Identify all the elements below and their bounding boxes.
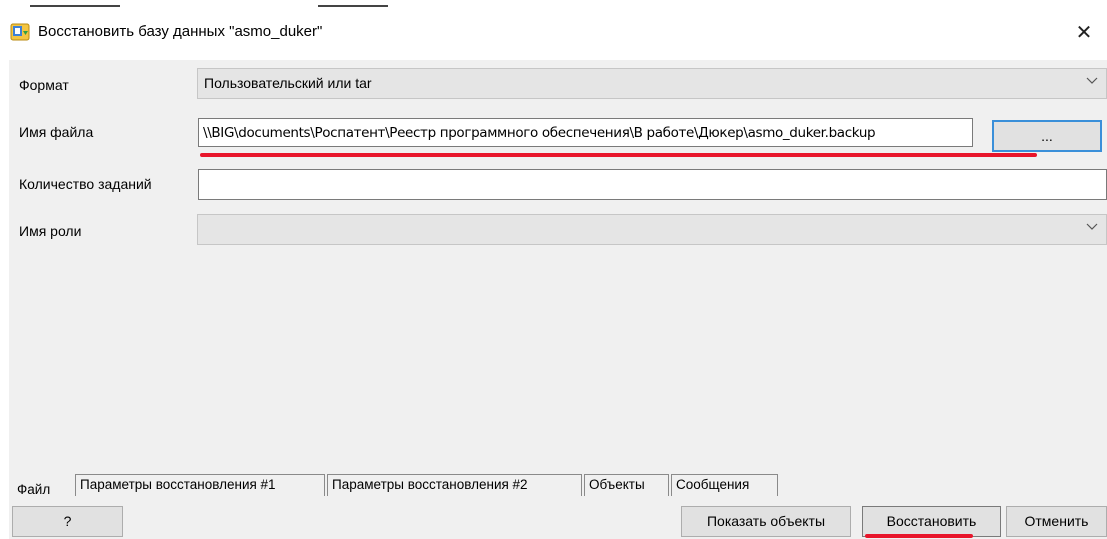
background-fragment bbox=[30, 0, 120, 7]
restore-highlight-underline bbox=[865, 534, 973, 538]
filename-input[interactable]: \\BIG\documents\Роспатент\Реестр програм… bbox=[198, 118, 973, 147]
format-select-value: Пользовательский или tar bbox=[204, 75, 372, 91]
database-restore-icon bbox=[10, 22, 30, 42]
filename-input-value: \\BIG\documents\Роспатент\Реестр програм… bbox=[203, 125, 876, 141]
format-select[interactable]: Пользовательский или tar bbox=[197, 68, 1107, 99]
restore-dialog: Восстановить базу данных "asmo_duker" ✕ … bbox=[0, 0, 1107, 539]
browse-button[interactable]: ... bbox=[992, 120, 1102, 152]
tab-file[interactable]: Файл bbox=[13, 472, 71, 500]
tab-restore-options-2[interactable]: Параметры восстановления #2 bbox=[327, 474, 582, 496]
background-fragment bbox=[318, 0, 388, 7]
show-objects-button[interactable]: Показать объекты bbox=[681, 506, 851, 537]
jobs-label: Количество заданий bbox=[19, 176, 152, 192]
filename-highlight-underline bbox=[200, 153, 1037, 157]
format-label: Формат bbox=[19, 77, 69, 93]
role-select[interactable] bbox=[197, 214, 1107, 245]
role-label: Имя роли bbox=[19, 223, 82, 239]
chevron-down-icon bbox=[1086, 74, 1098, 86]
title-bar: Восстановить базу данных "asmo_duker" ✕ bbox=[0, 12, 1107, 52]
close-button[interactable]: ✕ bbox=[1061, 12, 1107, 52]
cancel-button[interactable]: Отменить bbox=[1006, 506, 1107, 537]
dialog-body: Формат Пользовательский или tar Имя файл… bbox=[9, 60, 1107, 539]
tab-restore-options-1[interactable]: Параметры восстановления #1 bbox=[75, 474, 325, 496]
tab-bar: Файл Параметры восстановления #1 Парамет… bbox=[9, 472, 1107, 500]
help-button[interactable]: ? bbox=[12, 506, 123, 537]
tab-objects[interactable]: Объекты bbox=[584, 474, 669, 496]
tab-messages[interactable]: Сообщения bbox=[671, 474, 778, 496]
restore-button[interactable]: Восстановить bbox=[862, 506, 1001, 537]
background-window-strip bbox=[0, 0, 1107, 12]
filename-label: Имя файла bbox=[19, 124, 94, 140]
chevron-down-icon bbox=[1086, 220, 1098, 232]
jobs-input[interactable] bbox=[198, 169, 1107, 200]
dialog-title: Восстановить базу данных "asmo_duker" bbox=[38, 23, 323, 40]
